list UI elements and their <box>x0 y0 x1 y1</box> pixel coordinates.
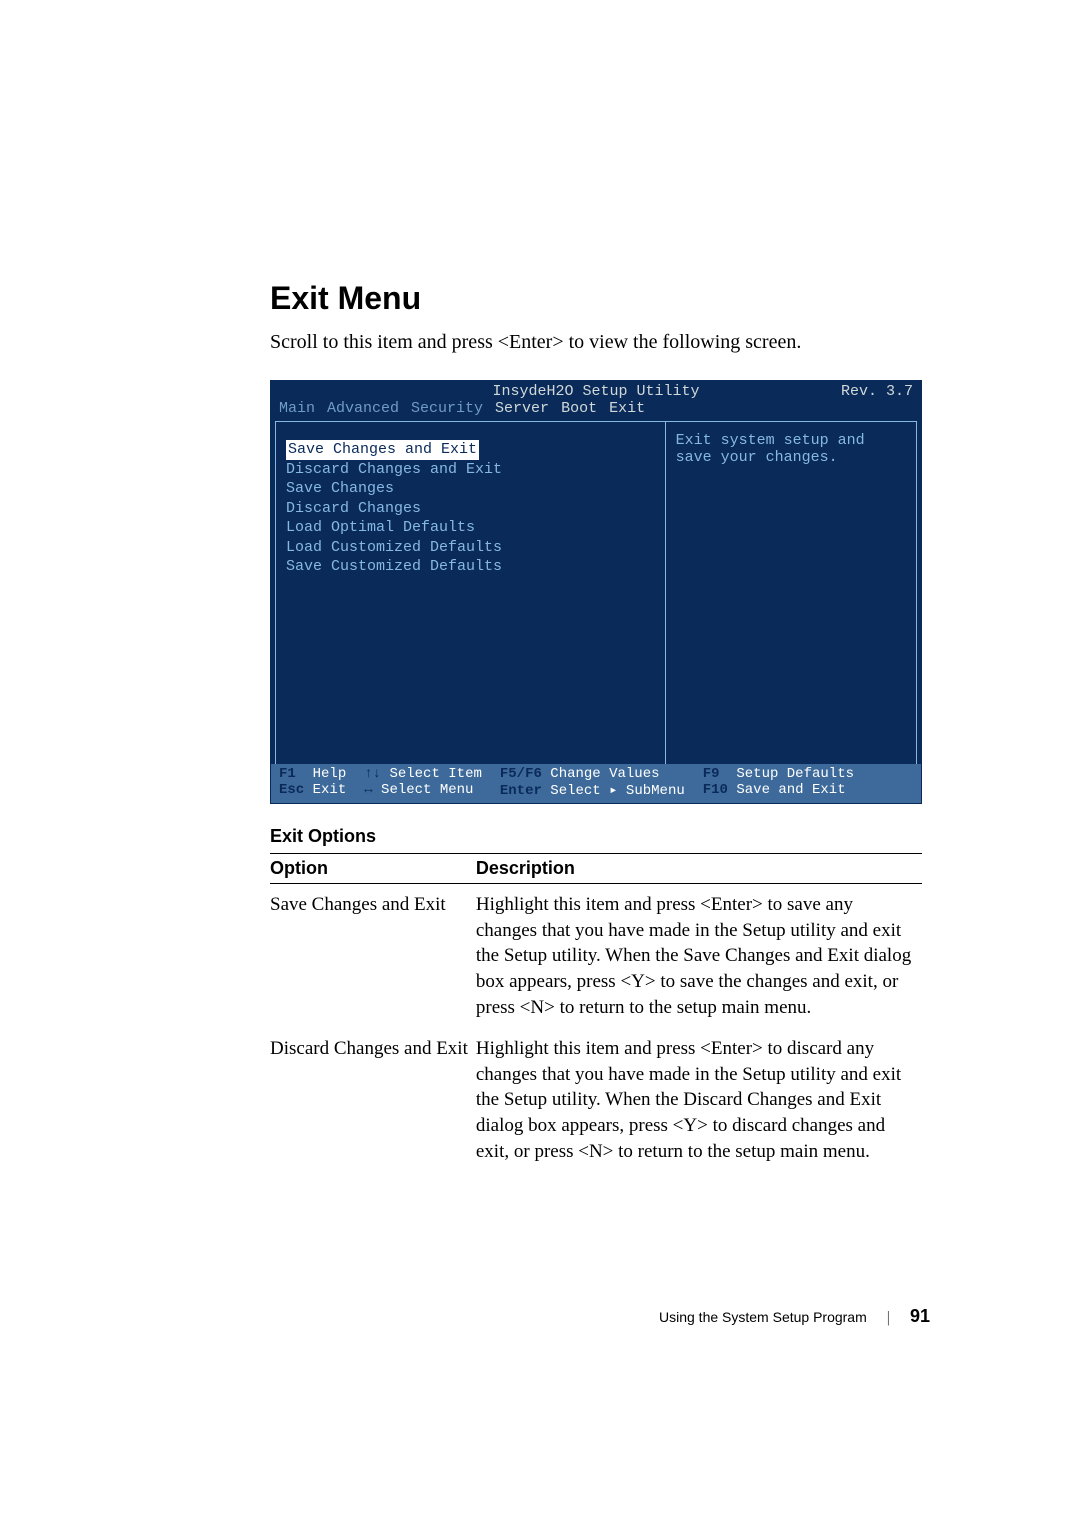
label-help: Help <box>313 766 347 782</box>
menu-exit: Exit <box>609 400 645 417</box>
bios-options-pane: Save Changes and Exit Discard Changes an… <box>275 421 665 773</box>
menu-boot: Boot <box>561 400 597 417</box>
key-leftright: ↔ <box>364 782 372 798</box>
intro-text: Scroll to this item and press <Enter> to… <box>270 331 930 354</box>
menu-advanced: Advanced <box>327 400 399 417</box>
menu-server: Server <box>495 400 549 417</box>
key-f5f6: F5/F6 <box>500 766 542 782</box>
footer-label: Using the System Setup Program <box>659 1309 867 1325</box>
key-esc: Esc <box>279 782 304 798</box>
label-change-values: Change Values <box>550 766 659 782</box>
bios-menubar: Main Advanced Security Server Boot Exit <box>271 400 921 421</box>
key-enter: Enter <box>500 783 542 799</box>
key-f10: F10 <box>703 782 728 798</box>
bios-item-load-custom: Load Customized Defaults <box>286 538 655 558</box>
cell-option: Discard Changes and Exit <box>270 1028 476 1172</box>
label-save-exit: Save and Exit <box>736 782 845 798</box>
bios-item-discard-exit: Discard Changes and Exit <box>286 460 655 480</box>
page-number: 91 <box>910 1306 930 1327</box>
cell-description: Highlight this item and press <Enter> to… <box>476 1028 922 1172</box>
label-select-item: Select Item <box>389 766 481 782</box>
bios-footer: F1 Help Esc Exit ↑↓ Select Item ↔ Select… <box>271 764 921 803</box>
section-heading: Exit Menu <box>270 280 930 317</box>
bios-item-save-custom: Save Customized Defaults <box>286 557 655 577</box>
key-updown: ↑↓ <box>364 766 381 782</box>
exit-options-table: Option Description Save Changes and Exit… <box>270 853 922 1172</box>
col-header-option: Option <box>270 854 476 884</box>
key-f1: F1 <box>279 766 296 782</box>
bios-rev: Rev. 3.7 <box>841 383 913 400</box>
label-select-submenu: Select ▸ SubMenu <box>550 783 684 799</box>
cell-description: Highlight this item and press <Enter> to… <box>476 884 922 1029</box>
label-select-menu: Select Menu <box>381 782 473 798</box>
bios-help-pane: Exit system setup and save your changes. <box>665 421 917 773</box>
cell-option: Save Changes and Exit <box>270 884 476 1029</box>
bios-item-save: Save Changes <box>286 479 655 499</box>
label-exit: Exit <box>313 782 347 798</box>
table-row: Save Changes and Exit Highlight this ite… <box>270 884 922 1029</box>
col-header-description: Description <box>476 854 922 884</box>
table-title: Exit Options <box>270 826 930 847</box>
menu-security: Security <box>411 400 483 417</box>
bios-item-save-exit: Save Changes and Exit <box>286 440 479 460</box>
bios-item-load-optimal: Load Optimal Defaults <box>286 518 655 538</box>
menu-main: Main <box>279 400 315 417</box>
bios-help-line1: Exit system setup and <box>676 432 906 449</box>
footer-separator: | <box>887 1309 890 1327</box>
table-row: Discard Changes and Exit Highlight this … <box>270 1028 922 1172</box>
label-setup-defaults: Setup Defaults <box>736 766 854 782</box>
bios-help-line2: save your changes. <box>676 449 906 466</box>
bios-item-discard: Discard Changes <box>286 499 655 519</box>
key-f9: F9 <box>703 766 720 782</box>
page-footer: Using the System Setup Program | 91 <box>659 1306 930 1327</box>
bios-screenshot: Rev. 3.7 InsydeH2O Setup Utility Main Ad… <box>270 380 922 804</box>
